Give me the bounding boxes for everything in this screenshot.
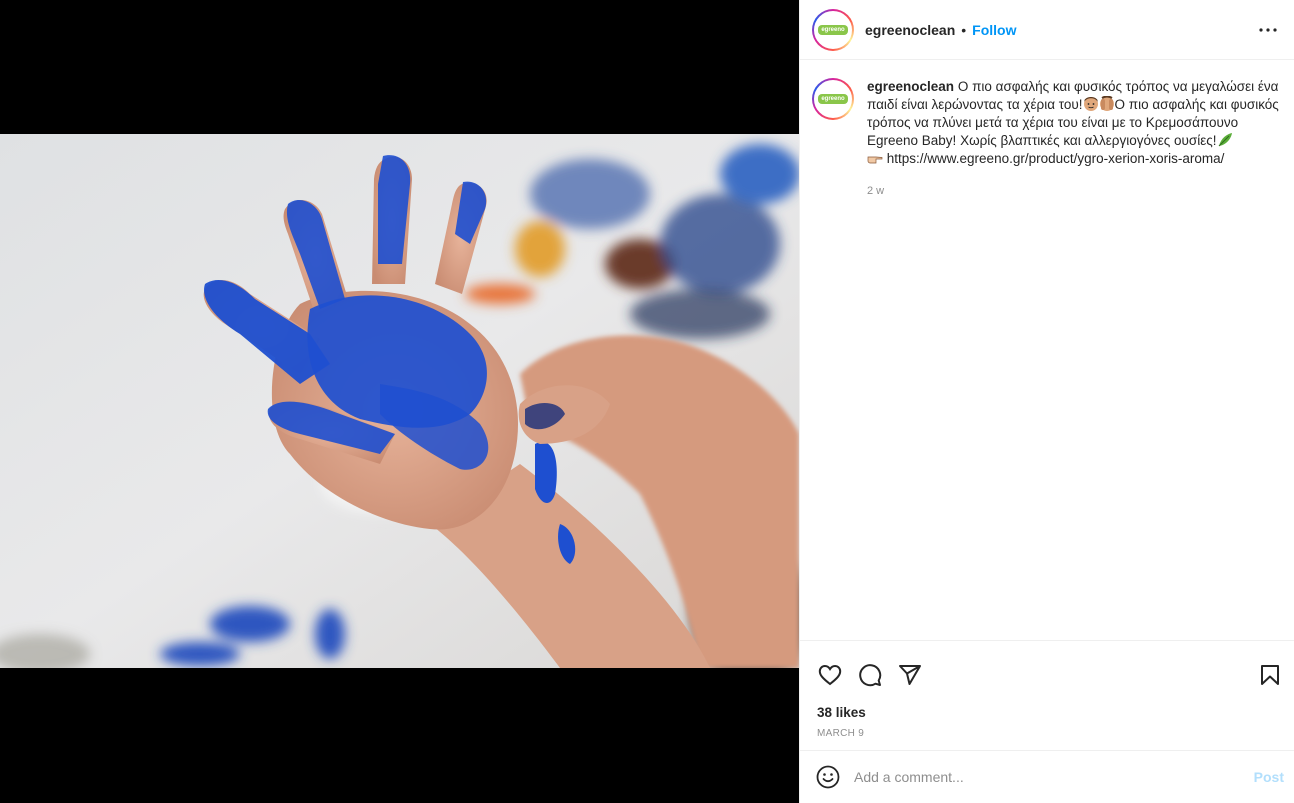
caption-avatar[interactable]: egreeno: [812, 78, 854, 120]
pointing-hand-emoji: [867, 156, 883, 164]
post-comment-button[interactable]: Post: [1254, 769, 1284, 785]
action-bar: 38 likes MARCH 9: [800, 640, 1294, 750]
post-side-panel: egreeno egreenoclean • Follow egreeno eg…: [799, 0, 1294, 803]
avatar[interactable]: egreeno: [812, 8, 854, 51]
post-date: MARCH 9: [817, 728, 865, 739]
bookmark-icon[interactable]: [1256, 661, 1284, 689]
leaf-emoji: [1218, 133, 1232, 147]
comment-form: Post: [800, 750, 1294, 803]
emoji-icon[interactable]: [816, 765, 840, 789]
hands-over-face-emoji: [1099, 96, 1114, 111]
caption-row: egreeno egreenoclean Ο πιο ασφαλής και φ…: [812, 78, 1286, 200]
post-photo[interactable]: [0, 134, 799, 668]
likes-count[interactable]: 38 likes: [800, 695, 1294, 720]
header-username[interactable]: egreenoclean: [865, 22, 955, 38]
action-icons: [800, 641, 1294, 695]
post-time[interactable]: 2 w: [867, 182, 1286, 200]
caption: egreenoclean Ο πιο ασφαλής και φυσικός τ…: [867, 78, 1286, 200]
painted-hand-image: [0, 134, 799, 668]
caption-username[interactable]: egreenoclean: [867, 79, 954, 94]
comments-section: egreeno egreenoclean Ο πιο ασφαλής και φ…: [800, 60, 1294, 640]
product-link[interactable]: https://www.egreeno.gr/product/ygro-xeri…: [887, 151, 1225, 166]
comment-icon[interactable]: [856, 661, 884, 689]
caption-link-line: https://www.egreeno.gr/product/ygro-xeri…: [867, 150, 1286, 168]
comment-input[interactable]: [854, 769, 1254, 785]
post-header: egreeno egreenoclean • Follow: [800, 0, 1294, 60]
child-face-emoji: [1083, 97, 1098, 111]
heart-icon[interactable]: [816, 661, 844, 689]
share-icon[interactable]: [896, 661, 924, 689]
follow-button[interactable]: Follow: [972, 22, 1016, 38]
brand-logo: egreeno: [818, 24, 848, 35]
separator-dot: •: [961, 21, 967, 38]
brand-logo: egreeno: [818, 94, 848, 104]
more-options-icon[interactable]: [1254, 18, 1282, 42]
post-media: [0, 0, 799, 803]
